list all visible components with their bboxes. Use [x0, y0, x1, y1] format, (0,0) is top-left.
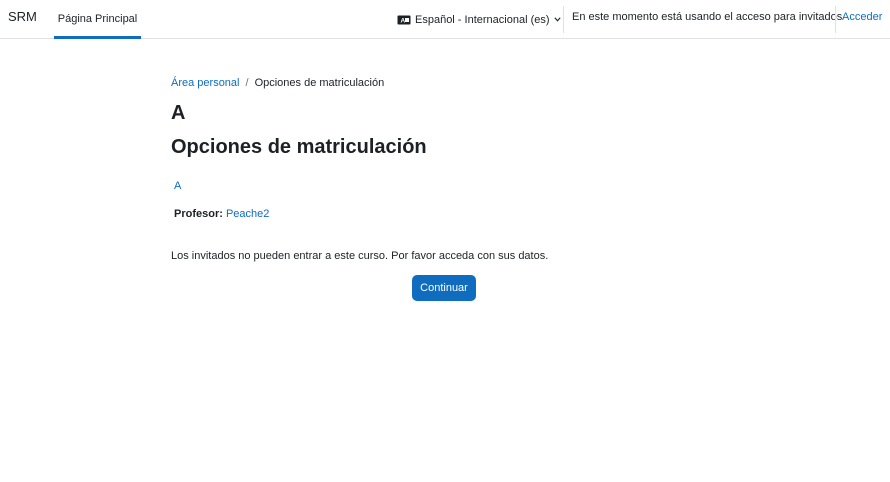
- teacher-label: Profesor:: [174, 208, 223, 220]
- breadcrumb-item-current: Opciones de matriculación: [254, 77, 385, 89]
- svg-text:A: A: [401, 17, 406, 24]
- language-menu[interactable]: A Español - Internacional (es): [397, 0, 561, 39]
- guest-notice: Los invitados no pueden entrar a este cu…: [171, 250, 549, 262]
- breadcrumb: Área personal / Opciones de matriculació…: [171, 77, 384, 89]
- page-heading: Opciones de matriculación: [171, 136, 427, 158]
- breadcrumb-separator: /: [245, 77, 249, 89]
- breadcrumb-item-dashboard[interactable]: Área personal: [171, 77, 240, 89]
- guest-access-message: En este momento está usando el acceso pa…: [572, 10, 843, 23]
- navbar-divider: [835, 6, 836, 33]
- continue-button[interactable]: Continuar: [412, 275, 476, 301]
- top-navbar: SRM Página Principal A Español - Interna…: [0, 0, 890, 39]
- navbar-divider: [563, 6, 564, 33]
- login-link[interactable]: Acceder: [842, 0, 882, 33]
- language-label: Español - Internacional (es): [415, 13, 550, 26]
- nav-item-home-label: Página Principal: [57, 13, 138, 25]
- teacher-link[interactable]: Peache2: [226, 208, 269, 220]
- site-brand[interactable]: SRM: [8, 9, 37, 24]
- chevron-down-icon: [553, 17, 561, 22]
- course-link[interactable]: A: [174, 180, 181, 192]
- nav-item-home[interactable]: Página Principal: [54, 0, 141, 39]
- course-title: A: [171, 102, 186, 124]
- course-teacher: Profesor: Peache2: [174, 208, 269, 220]
- language-icon: A: [397, 15, 411, 25]
